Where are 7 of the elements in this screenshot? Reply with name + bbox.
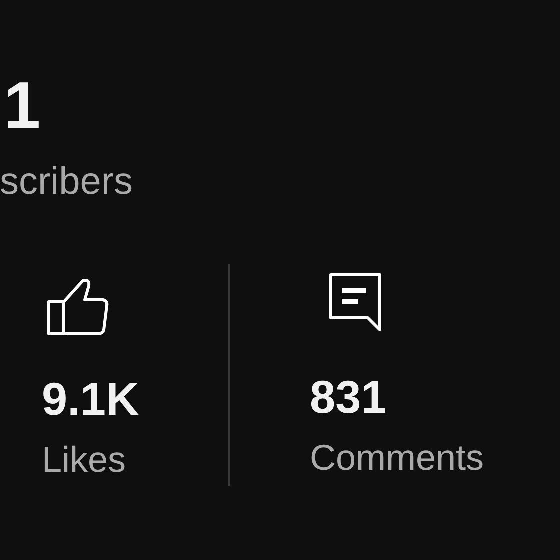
stat-label: Comments: [310, 436, 484, 480]
subscriber-count: 1: [4, 70, 42, 140]
stat-value: 9.1K: [42, 374, 140, 424]
stat-value: 831: [310, 372, 388, 422]
thumbs-up-icon: [46, 278, 110, 338]
stat-label: Likes: [42, 438, 128, 482]
subscriber-label: scribers: [0, 160, 134, 204]
